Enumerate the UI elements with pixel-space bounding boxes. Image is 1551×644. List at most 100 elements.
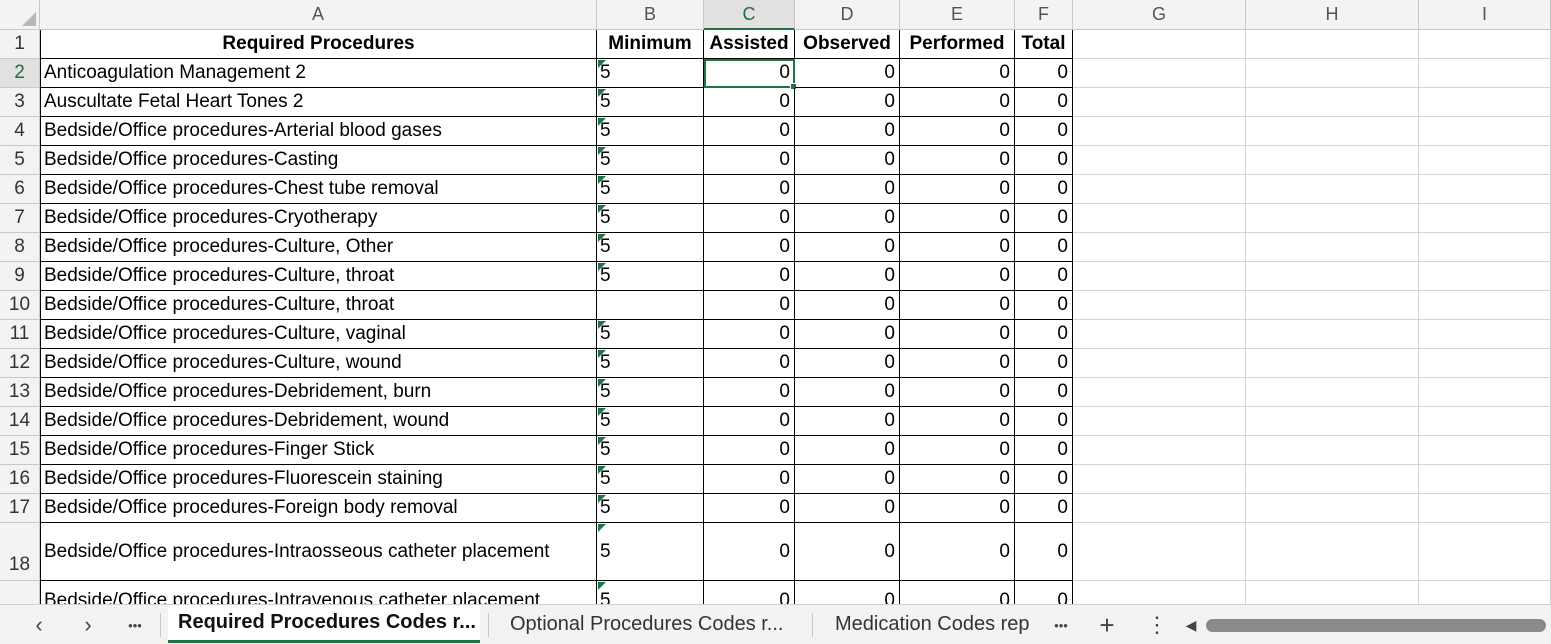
procedure-cell[interactable]: Bedside/Office procedures-Debridement, b…	[40, 378, 597, 407]
empty-cell[interactable]	[1073, 233, 1246, 262]
assisted-cell[interactable]: 0	[704, 262, 795, 291]
column-title-minimum[interactable]: Minimum	[597, 30, 704, 59]
total-cell[interactable]: 0	[1015, 436, 1073, 465]
procedure-cell[interactable]: Bedside/Office procedures-Chest tube rem…	[40, 175, 597, 204]
performed-cell[interactable]: 0	[900, 88, 1015, 117]
empty-cell[interactable]	[1073, 59, 1246, 88]
observed-cell[interactable]: 0	[795, 146, 900, 175]
empty-cell[interactable]	[1419, 291, 1551, 320]
row-header[interactable]: 11	[0, 320, 40, 349]
row-header[interactable]: 18	[0, 523, 40, 581]
assisted-cell[interactable]: 0	[704, 146, 795, 175]
column-title-performed[interactable]: Performed	[900, 30, 1015, 59]
horizontal-scrollbar[interactable]	[1206, 619, 1546, 632]
observed-cell[interactable]: 0	[795, 378, 900, 407]
minimum-cell[interactable]: 5	[597, 117, 704, 146]
observed-cell[interactable]: 0	[795, 175, 900, 204]
procedure-cell[interactable]: Bedside/Office procedures-Intraosseous c…	[40, 523, 597, 581]
assisted-cell[interactable]: 0	[704, 175, 795, 204]
empty-cell[interactable]	[1419, 262, 1551, 291]
empty-cell[interactable]	[1419, 320, 1551, 349]
total-cell[interactable]: 0	[1015, 465, 1073, 494]
total-cell[interactable]: 0	[1015, 581, 1073, 604]
total-cell[interactable]: 0	[1015, 494, 1073, 523]
empty-cell[interactable]	[1073, 436, 1246, 465]
total-cell[interactable]: 0	[1015, 175, 1073, 204]
procedure-cell[interactable]: Bedside/Office procedures-Debridement, w…	[40, 407, 597, 436]
minimum-cell[interactable]: 5	[597, 407, 704, 436]
minimum-cell[interactable]: 5	[597, 175, 704, 204]
empty-cell[interactable]	[1419, 88, 1551, 117]
minimum-cell[interactable]: 5	[597, 233, 704, 262]
column-header-a[interactable]: A	[40, 0, 597, 30]
assisted-cell[interactable]: 0	[704, 494, 795, 523]
empty-cell[interactable]	[1246, 320, 1419, 349]
empty-cell[interactable]	[1419, 204, 1551, 233]
empty-cell[interactable]	[1073, 465, 1246, 494]
empty-cell[interactable]	[1419, 233, 1551, 262]
empty-cell[interactable]	[1246, 407, 1419, 436]
row-header[interactable]: 8	[0, 233, 40, 262]
empty-cell[interactable]	[1419, 117, 1551, 146]
minimum-cell[interactable]: 5	[597, 88, 704, 117]
empty-cell[interactable]	[1073, 88, 1246, 117]
row-header[interactable]: 14	[0, 407, 40, 436]
procedure-cell[interactable]: Bedside/Office procedures-Culture, wound	[40, 349, 597, 378]
row-header[interactable]: 7	[0, 204, 40, 233]
minimum-cell[interactable]: 5	[597, 59, 704, 88]
assisted-cell[interactable]: 0	[704, 233, 795, 262]
column-header-e[interactable]: E	[900, 0, 1015, 30]
minimum-cell[interactable]: 5	[597, 320, 704, 349]
column-title-observed[interactable]: Observed	[795, 30, 900, 59]
minimum-cell[interactable]: 5	[597, 204, 704, 233]
observed-cell[interactable]: 0	[795, 349, 900, 378]
empty-cell[interactable]	[1246, 175, 1419, 204]
column-header-c[interactable]: C	[704, 0, 795, 30]
observed-cell[interactable]: 0	[795, 117, 900, 146]
total-cell[interactable]: 0	[1015, 523, 1073, 581]
minimum-cell[interactable]: 5	[597, 436, 704, 465]
assisted-cell[interactable]: 0	[704, 117, 795, 146]
total-cell[interactable]: 0	[1015, 378, 1073, 407]
empty-cell[interactable]	[1073, 175, 1246, 204]
empty-cell[interactable]	[1073, 146, 1246, 175]
performed-cell[interactable]: 0	[900, 349, 1015, 378]
assisted-cell[interactable]: 0	[704, 378, 795, 407]
procedure-cell[interactable]: Bedside/Office procedures-Foreign body r…	[40, 494, 597, 523]
total-cell[interactable]: 0	[1015, 291, 1073, 320]
empty-cell[interactable]	[1246, 262, 1419, 291]
performed-cell[interactable]: 0	[900, 320, 1015, 349]
empty-cell[interactable]	[1419, 436, 1551, 465]
empty-cell[interactable]	[1419, 378, 1551, 407]
add-sheet-button[interactable]: +	[1092, 610, 1122, 640]
row-header[interactable]	[0, 581, 40, 604]
sheet-tab-medication-codes[interactable]: Medication Codes rep	[820, 605, 1040, 643]
observed-cell[interactable]: 0	[795, 320, 900, 349]
empty-cell[interactable]	[1246, 494, 1419, 523]
row-header[interactable]: 16	[0, 465, 40, 494]
observed-cell[interactable]: 0	[795, 436, 900, 465]
empty-cell[interactable]	[1246, 349, 1419, 378]
empty-cell[interactable]	[1419, 175, 1551, 204]
procedure-cell[interactable]: Bedside/Office procedures-Culture, throa…	[40, 262, 597, 291]
performed-cell[interactable]: 0	[900, 117, 1015, 146]
assisted-cell[interactable]: 0	[704, 204, 795, 233]
procedure-cell[interactable]: Bedside/Office procedures-Fluorescein st…	[40, 465, 597, 494]
total-cell[interactable]: 0	[1015, 262, 1073, 291]
sheet-tab-optional-procedures[interactable]: Optional Procedures Codes r...	[496, 605, 804, 643]
minimum-cell[interactable]: 5	[597, 581, 704, 604]
column-title-total[interactable]: Total	[1015, 30, 1073, 59]
column-header-f[interactable]: F	[1015, 0, 1073, 30]
procedure-cell[interactable]: Bedside/Office procedures-Culture, Other	[40, 233, 597, 262]
performed-cell[interactable]: 0	[900, 523, 1015, 581]
assisted-cell[interactable]: 0	[704, 436, 795, 465]
empty-cell[interactable]	[1246, 30, 1419, 59]
total-cell[interactable]: 0	[1015, 233, 1073, 262]
performed-cell[interactable]: 0	[900, 233, 1015, 262]
observed-cell[interactable]: 0	[795, 494, 900, 523]
more-sheets-left-button[interactable]: •••	[120, 611, 150, 639]
empty-cell[interactable]	[1246, 59, 1419, 88]
assisted-cell[interactable]: 0	[704, 523, 795, 581]
row-header[interactable]: 17	[0, 494, 40, 523]
empty-cell[interactable]	[1246, 88, 1419, 117]
